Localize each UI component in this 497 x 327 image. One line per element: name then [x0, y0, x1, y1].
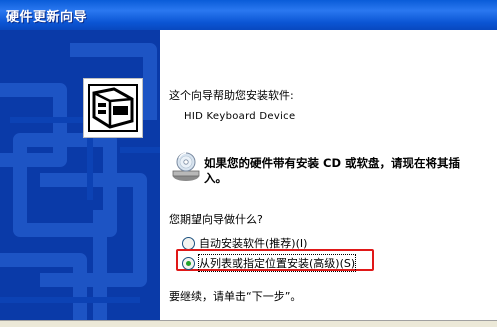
intro-text: 这个向导帮助您安装软件:	[169, 89, 294, 102]
side-panel-graphic	[0, 30, 160, 326]
option-manual-install[interactable]: 从列表或指定位置安装(高级)(S)	[182, 254, 357, 272]
radio-manual-install[interactable]	[182, 256, 195, 270]
hardware-card-icon	[83, 78, 143, 138]
option-manual-install-label[interactable]: 从列表或指定位置安装(高级)(S)	[197, 254, 357, 272]
continue-instruction: 要继续，请单击“下一步”。	[169, 290, 302, 303]
insert-cd-prompt: 如果您的硬件带有安装 CD 或软盘，请现在将其插入。	[204, 156, 460, 185]
wizard-content: 这个向导帮助您安装软件: HID Keyboard Device 如果您的硬件带…	[160, 30, 497, 326]
window-title: 硬件更新向导	[6, 10, 88, 25]
wizard-side-panel	[0, 30, 160, 326]
cd-drive-icon	[170, 151, 202, 183]
radio-selected-dot	[186, 260, 191, 266]
device-name: HID Keyboard Device	[184, 111, 296, 122]
radio-auto-install[interactable]	[182, 236, 195, 250]
question-text: 您期望向导做什么?	[169, 213, 263, 226]
title-bar[interactable]: 硬件更新向导	[0, 0, 497, 30]
